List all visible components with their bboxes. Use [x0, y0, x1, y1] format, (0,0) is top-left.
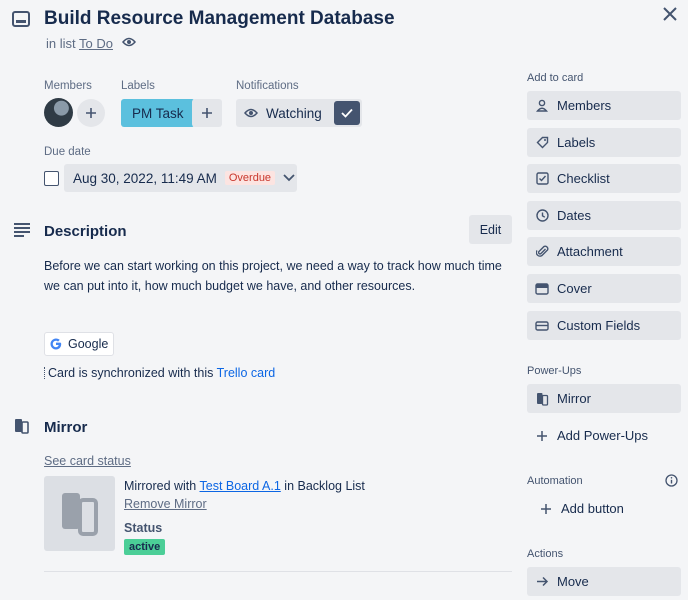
- sync-marker: [44, 367, 46, 379]
- remove-mirror-link[interactable]: Remove Mirror: [124, 497, 207, 511]
- watch-label: Watching: [266, 105, 322, 121]
- card-icon: [535, 282, 549, 295]
- close-icon[interactable]: [662, 6, 678, 22]
- chevron-down-icon: [283, 174, 295, 182]
- sidebar-cover-button[interactable]: Cover: [527, 274, 681, 303]
- sidebar-labels-button[interactable]: Labels: [527, 128, 681, 157]
- mirrored-prefix: Mirrored with: [124, 479, 197, 493]
- sidebar-cover-label: Cover: [557, 281, 592, 296]
- mirror-thumbnail[interactable]: [44, 476, 115, 551]
- sidebar-dates-button[interactable]: Dates: [527, 201, 681, 230]
- edit-description-button[interactable]: Edit: [469, 215, 512, 244]
- add-powerups-button[interactable]: Add Power-Ups: [527, 421, 681, 450]
- divider: [44, 571, 512, 572]
- card-title[interactable]: Build Resource Management Database: [44, 8, 395, 30]
- eye-icon: [122, 36, 136, 48]
- status-heading: Status: [124, 521, 163, 535]
- description-text[interactable]: Before we can start working on this proj…: [44, 256, 514, 296]
- field-icon: [535, 320, 549, 331]
- arrow-right-icon: [535, 576, 549, 587]
- add-powerups-label: Add Power-Ups: [557, 428, 649, 443]
- avatar[interactable]: [44, 98, 73, 127]
- mirror-heading: Mirror: [44, 419, 88, 436]
- mirrored-line: Mirrored with Test Board A.1 in Backlog …: [124, 479, 365, 493]
- in-list-line: in list To Do: [46, 36, 113, 51]
- person-icon: [535, 99, 549, 112]
- plus-icon: [86, 108, 96, 118]
- in-list-prefix: in list: [46, 36, 76, 51]
- overdue-badge: Overdue: [224, 171, 276, 185]
- plus-icon: [202, 108, 212, 118]
- trello-card-link[interactable]: Trello card: [217, 366, 276, 380]
- sidebar-attachment-button[interactable]: Attachment: [527, 237, 681, 266]
- sidebar-custom-fields-button[interactable]: Custom Fields: [527, 311, 681, 340]
- sidebar-move-button[interactable]: Move: [527, 567, 681, 596]
- notifications-heading: Notifications: [236, 80, 299, 92]
- sidebar-move-label: Move: [557, 574, 589, 589]
- powerups-heading: Power-Ups: [527, 365, 582, 377]
- mirror-icon: [61, 492, 98, 536]
- sync-prefix: Card is synchronized with this: [48, 366, 214, 380]
- sidebar-checklist-button[interactable]: Checklist: [527, 164, 681, 193]
- google-chip[interactable]: Google: [44, 332, 115, 356]
- description-icon: [13, 223, 31, 237]
- status-badge: active: [124, 539, 166, 555]
- plus-icon: [535, 430, 549, 442]
- sidebar-attachment-label: Attachment: [557, 244, 623, 259]
- test-board-link[interactable]: Test Board A.1: [200, 479, 281, 493]
- add-to-card-heading: Add to card: [527, 72, 584, 84]
- check-icon: [341, 108, 353, 118]
- sidebar-members-label: Members: [557, 98, 612, 113]
- add-member-button[interactable]: [77, 99, 105, 127]
- actions-heading: Actions: [527, 548, 564, 560]
- card-icon: [12, 11, 30, 27]
- sync-line: Card is synchronized with this Trello ca…: [44, 366, 275, 380]
- labels-heading: Labels: [121, 80, 155, 92]
- watch-button[interactable]: Watching: [236, 99, 362, 127]
- checkbox-icon: [535, 172, 549, 185]
- sidebar-checklist-label: Checklist: [557, 171, 610, 186]
- see-card-status-link[interactable]: See card status: [44, 454, 131, 468]
- due-date-heading: Due date: [44, 146, 91, 158]
- sidebar-mirror-label: Mirror: [557, 391, 591, 406]
- clock-icon: [535, 209, 549, 222]
- info-icon[interactable]: [665, 474, 678, 487]
- tag-icon: [535, 136, 549, 149]
- sidebar-members-button[interactable]: Members: [527, 91, 681, 120]
- add-button-button[interactable]: Add button: [527, 494, 681, 523]
- add-label-button[interactable]: [192, 99, 222, 127]
- mirror-icon: [14, 418, 30, 434]
- google-icon: [50, 338, 62, 350]
- label-pm-task[interactable]: PM Task: [121, 99, 195, 127]
- plus-icon: [539, 503, 553, 515]
- list-link[interactable]: To Do: [79, 36, 113, 51]
- description-heading: Description: [44, 223, 127, 240]
- due-date-value: Aug 30, 2022, 11:49 AM: [73, 170, 217, 186]
- automation-heading: Automation: [527, 475, 583, 487]
- sidebar-custom-fields-label: Custom Fields: [557, 318, 641, 333]
- members-heading: Members: [44, 80, 92, 92]
- watching-check: [334, 101, 360, 125]
- paperclip-icon: [535, 245, 549, 258]
- sidebar-mirror-button[interactable]: Mirror: [527, 384, 681, 413]
- eye-icon: [244, 108, 258, 118]
- due-date-button[interactable]: Aug 30, 2022, 11:49 AM Overdue: [64, 164, 297, 192]
- add-button-label: Add button: [561, 501, 624, 516]
- mirror-icon: [535, 392, 549, 406]
- due-complete-checkbox[interactable]: [44, 171, 59, 186]
- google-chip-label: Google: [68, 337, 109, 351]
- sidebar-labels-label: Labels: [557, 135, 596, 150]
- sidebar-dates-label: Dates: [557, 208, 591, 223]
- mirrored-suffix: in Backlog List: [284, 479, 365, 493]
